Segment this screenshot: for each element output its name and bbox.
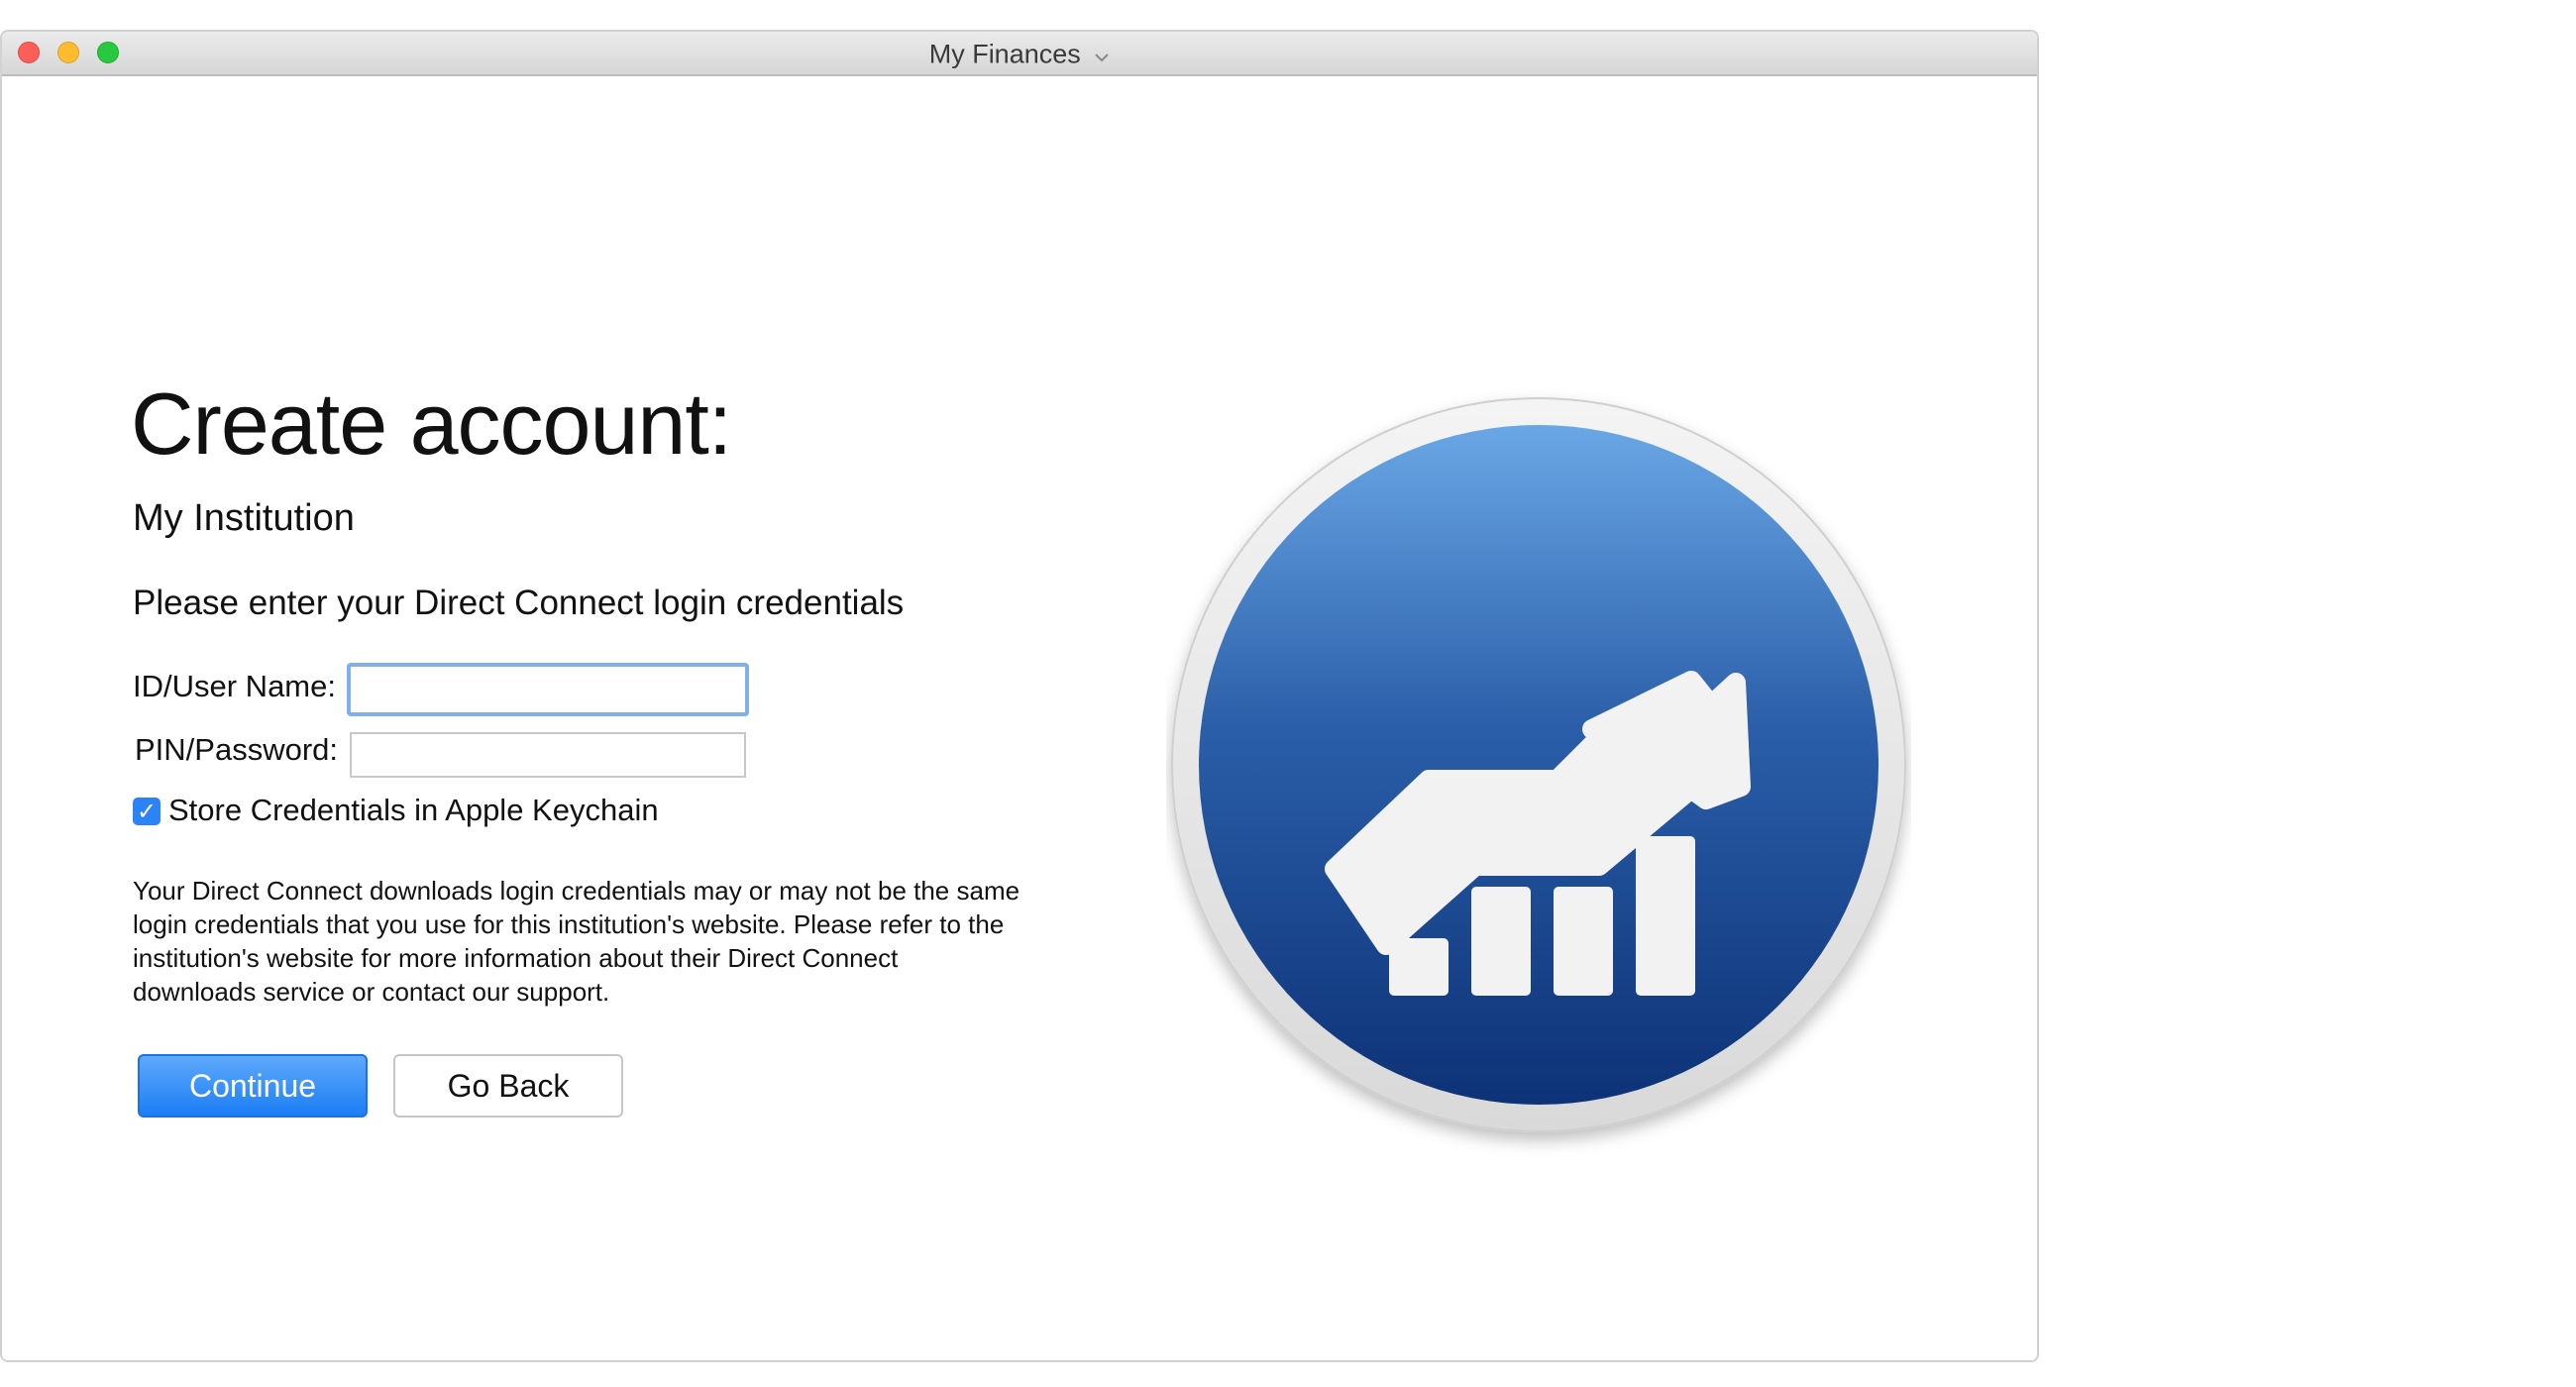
password-field[interactable] (350, 732, 746, 778)
window-title-text: My Finances (928, 39, 1081, 69)
go-back-button[interactable]: Go Back (393, 1054, 623, 1118)
chevron-down-icon[interactable] (1094, 39, 1110, 69)
user-name-label: ID/User Name: (133, 669, 336, 703)
credentials-note: Your Direct Connect downloads login cred… (133, 876, 1020, 1007)
app-window: My Finances Create account: My Instituti… (0, 30, 2039, 1362)
checkmark-icon: ✓ (136, 798, 158, 825)
page-title: Create account: (131, 374, 732, 473)
window-title[interactable]: My Finances (2, 38, 2037, 69)
continue-button[interactable]: Continue (138, 1054, 368, 1118)
institution-name: My Institution (133, 497, 355, 539)
store-credentials-label[interactable]: Store Credentials in Apple Keychain (168, 793, 659, 828)
password-label: PIN/Password: (135, 732, 339, 767)
store-credentials-checkbox[interactable]: ✓ (133, 798, 161, 825)
window-content: Create account: My Institution Please en… (2, 76, 2037, 1360)
title-bar[interactable]: My Finances (2, 32, 2037, 76)
instruction-text: Please enter your Direct Connect login c… (133, 584, 905, 622)
finance-growth-icon (1166, 383, 1911, 1176)
user-name-field[interactable] (347, 663, 749, 716)
